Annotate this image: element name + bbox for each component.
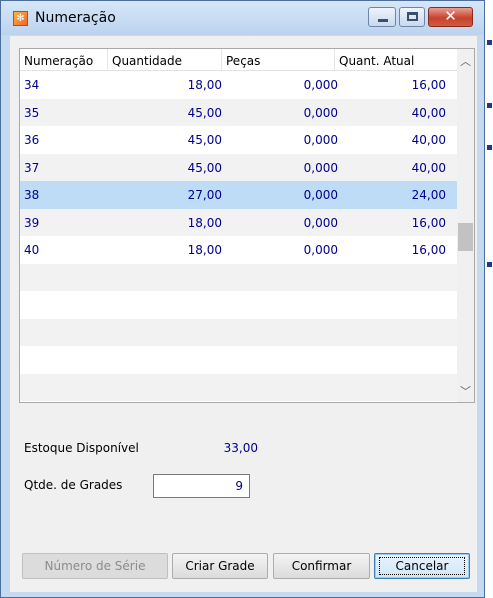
cell-numeracao: 38 (24, 188, 40, 202)
scrollbar-thumb[interactable] (458, 223, 473, 251)
cell-quant-atual: 40,00 (411, 160, 446, 175)
scroll-down-icon[interactable]: ﹀ (457, 383, 474, 400)
cell-pecas: 0,000 (303, 105, 338, 120)
grades-input[interactable]: 9 (153, 474, 250, 498)
background-fragment (487, 262, 492, 267)
table-row[interactable]: 39 18,00 0,000 16,00 (20, 208, 457, 236)
cell-quant-atual: 16,00 (411, 78, 446, 92)
cancel-button[interactable]: Cancelar (374, 553, 470, 579)
cell-numeracao: 34 (24, 78, 40, 92)
focus-rectangle (379, 557, 465, 575)
cell-quant-atual: 24,00 (411, 188, 446, 202)
empty-row (20, 291, 457, 319)
stock-label: Estoque Disponível (24, 441, 139, 455)
empty-row (20, 346, 457, 374)
column-divider[interactable] (334, 49, 335, 71)
cell-pecas: 0,000 (303, 243, 338, 257)
column-header-quant-atual[interactable]: Quant. Atual (339, 54, 414, 68)
stock-value: 33,00 (223, 441, 258, 455)
column-divider[interactable] (221, 49, 222, 71)
cell-quantidade: 18,00 (187, 78, 222, 92)
window-title: Numeração (35, 10, 116, 26)
numeracao-dialog: ✻ Numeração ✕ Numeração Quantidade Peças… (0, 0, 485, 598)
cell-numeracao: 35 (24, 105, 40, 120)
title-bar[interactable]: ✻ Numeração ✕ (1, 1, 484, 35)
table-row[interactable]: 34 18,00 0,000 16,00 (20, 71, 457, 99)
scroll-up-icon[interactable]: ︿ (457, 53, 474, 70)
empty-row (20, 318, 457, 346)
maximize-button[interactable] (399, 7, 425, 27)
table-row-selected[interactable]: 38 27,00 0,000 24,00 (20, 181, 457, 209)
cell-pecas: 0,000 (303, 133, 338, 147)
background-fragment (487, 145, 492, 150)
table-row[interactable]: 35 45,00 0,000 40,00 (20, 98, 457, 126)
cell-quantidade: 18,00 (187, 215, 222, 230)
cell-quant-atual: 16,00 (411, 243, 446, 257)
cell-numeracao: 37 (24, 160, 40, 175)
confirm-button[interactable]: Confirmar (273, 553, 370, 579)
close-icon: ✕ (444, 7, 457, 25)
empty-row (20, 373, 457, 401)
cell-quantidade: 18,00 (187, 243, 222, 257)
serial-number-button[interactable]: Número de Série (22, 553, 168, 579)
cell-quant-atual: 40,00 (411, 105, 446, 120)
cell-pecas: 0,000 (303, 160, 338, 175)
grades-label: Qtde. de Grades (24, 478, 123, 492)
cell-numeracao: 39 (24, 215, 40, 230)
cell-pecas: 0,000 (303, 188, 338, 202)
cell-quantidade: 45,00 (187, 133, 222, 147)
table-row[interactable]: 37 45,00 0,000 40,00 (20, 153, 457, 181)
column-header-quantidade[interactable]: Quantidade (112, 54, 182, 68)
cell-pecas: 0,000 (303, 78, 338, 92)
dialog-body: Numeração Quantidade Peças Quant. Atual … (10, 36, 477, 592)
column-header-pecas[interactable]: Peças (226, 54, 260, 68)
create-grid-button[interactable]: Criar Grade (172, 553, 268, 579)
app-icon: ✻ (13, 11, 28, 26)
cell-quantidade: 45,00 (187, 160, 222, 175)
grid-rows: 34 18,00 0,000 16,00 35 45,00 0,000 40,0… (20, 71, 457, 401)
minimize-icon (378, 19, 388, 22)
cell-pecas: 0,000 (303, 215, 338, 230)
numeracao-grid[interactable]: Numeração Quantidade Peças Quant. Atual … (19, 48, 475, 403)
table-row[interactable]: 36 45,00 0,000 40,00 (20, 126, 457, 154)
background-fragment (487, 103, 492, 108)
close-button[interactable]: ✕ (428, 7, 473, 27)
vertical-scrollbar[interactable]: ︿ ﹀ (457, 49, 474, 402)
column-header-numeracao[interactable]: Numeração (24, 54, 93, 68)
cell-quantidade: 45,00 (187, 105, 222, 120)
column-divider[interactable] (107, 49, 108, 71)
cell-numeracao: 36 (24, 133, 40, 147)
background-app-edge (485, 0, 493, 598)
maximize-icon (407, 12, 418, 21)
cell-quant-atual: 16,00 (411, 215, 446, 230)
background-fragment (487, 40, 492, 45)
empty-row (20, 263, 457, 291)
cell-quantidade: 27,00 (187, 188, 222, 202)
minimize-button[interactable] (368, 7, 396, 27)
cell-numeracao: 40 (24, 243, 40, 257)
grid-header: Numeração Quantidade Peças Quant. Atual (20, 49, 457, 71)
table-row[interactable]: 40 18,00 0,000 16,00 (20, 236, 457, 264)
cell-quant-atual: 40,00 (411, 133, 446, 147)
